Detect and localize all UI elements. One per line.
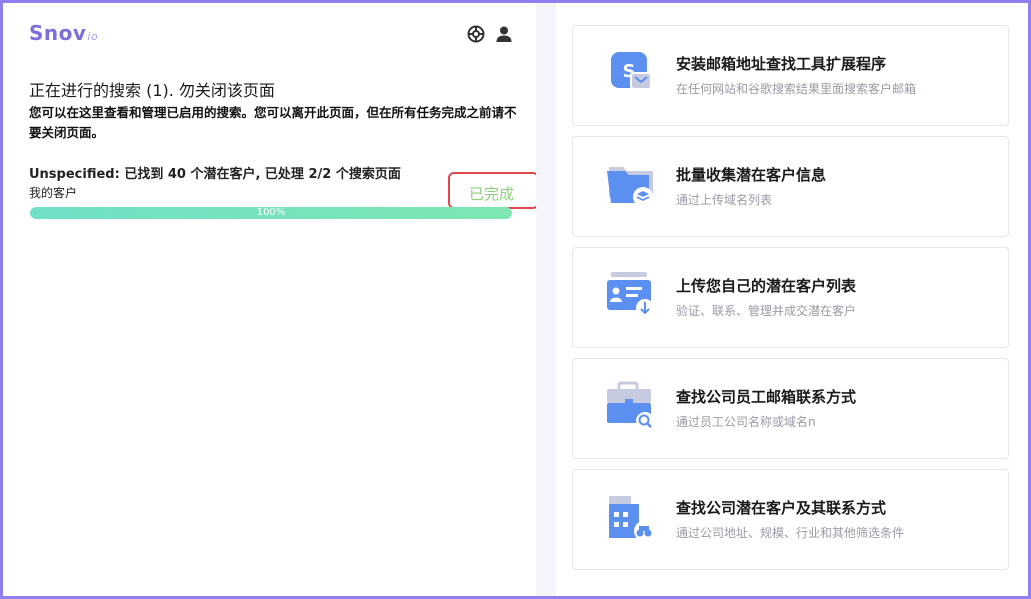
tool-card-extension[interactable]: S 安装邮箱地址查找工具扩展程序 在任何网站和谷歌搜索结果里面搜索客户邮箱 xyxy=(572,25,1009,126)
page-title: 正在进行的搜索 (1). 勿关闭该页面 xyxy=(29,81,275,100)
tool-card-bulk-collect[interactable]: 批量收集潜在客户信息 通过上传域名列表 xyxy=(572,136,1009,237)
logo-suffix: io xyxy=(87,30,99,43)
searches-panel: Snovio 正在进行的搜索 (1). 勿关闭该页面 您可以在这里查看和管理已启… xyxy=(3,3,539,596)
extension-envelope-icon: S xyxy=(601,46,661,106)
tool-card-company-prospects[interactable]: 查找公司潜在客户及其联系方式 通过公司地址、规模、行业和其他筛选条件 xyxy=(572,469,1009,570)
briefcase-search-icon xyxy=(601,379,661,439)
tool-subtitle: 通过员工公司名称或域名n xyxy=(676,415,816,429)
search-task-summary: Unspecified: 已找到 40 个潜在客户, 已处理 2/2 个搜索页面 xyxy=(29,167,401,182)
logo-text: Snov xyxy=(29,21,87,45)
folder-layers-icon xyxy=(601,157,661,217)
progress-label: 100% xyxy=(256,207,286,218)
tool-title: 上传您自己的潜在客户列表 xyxy=(676,277,857,295)
panel-divider xyxy=(536,3,556,596)
tool-title: 安装邮箱地址查找工具扩展程序 xyxy=(676,55,887,73)
user-icon[interactable] xyxy=(495,25,513,43)
building-binoculars-icon xyxy=(601,490,661,550)
tool-title: 查找公司潜在客户及其联系方式 xyxy=(676,499,887,517)
app-window: Snovio 正在进行的搜索 (1). 勿关闭该页面 您可以在这里查看和管理已启… xyxy=(0,0,1031,599)
search-progress-bar: 100% xyxy=(30,207,512,219)
contact-card-upload-icon xyxy=(601,268,661,328)
tool-title: 查找公司员工邮箱联系方式 xyxy=(676,388,857,406)
tool-subtitle: 通过上传域名列表 xyxy=(676,193,773,207)
tool-subtitle: 通过公司地址、规模、行业和其他筛选条件 xyxy=(676,526,905,540)
status-badge: 已完成 xyxy=(469,185,515,203)
tools-panel: S 安装邮箱地址查找工具扩展程序 在任何网站和谷歌搜索结果里面搜索客户邮箱 批量… xyxy=(556,3,1028,596)
tool-card-upload-list[interactable]: 上传您自己的潜在客户列表 验证、联系、管理并成交潜在客户 xyxy=(572,247,1009,348)
tool-subtitle: 验证、联系、管理并成交潜在客户 xyxy=(676,304,857,318)
snov-logo[interactable]: Snovio xyxy=(29,21,98,45)
tool-title: 批量收集潜在客户信息 xyxy=(676,166,827,184)
tool-card-employee-emails[interactable]: 查找公司员工邮箱联系方式 通过员工公司名称或域名n xyxy=(572,358,1009,459)
page-description: 您可以在这里查看和管理已启用的搜索。您可以离开此页面，但在所有任务完成之前请不要… xyxy=(29,105,517,140)
header-actions xyxy=(467,25,513,43)
search-task-list-name[interactable]: 我的客户 xyxy=(29,184,77,201)
support-lifebuoy-icon[interactable] xyxy=(467,25,485,43)
tool-subtitle: 在任何网站和谷歌搜索结果里面搜索客户邮箱 xyxy=(676,82,917,96)
